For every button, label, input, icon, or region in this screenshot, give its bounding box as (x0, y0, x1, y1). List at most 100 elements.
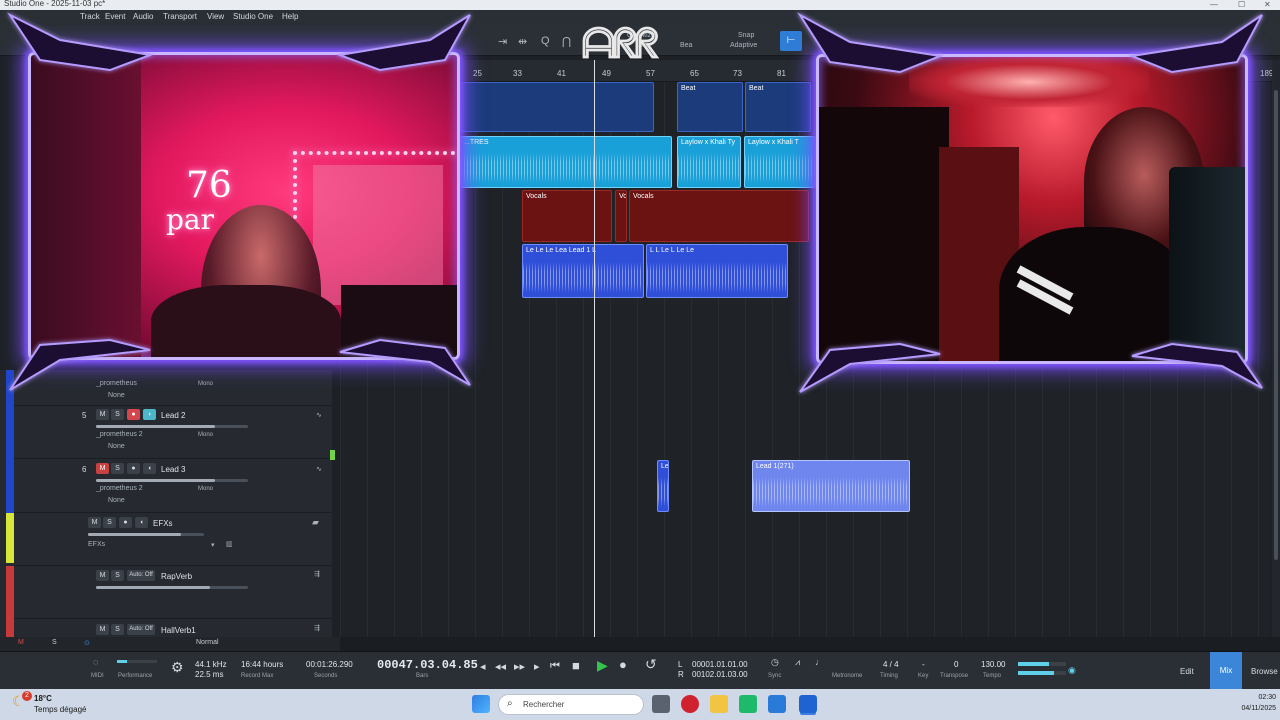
global-mute[interactable]: M (18, 639, 24, 646)
record-arm-button[interactable]: ● (119, 517, 132, 528)
timing-label: Timing (880, 673, 898, 679)
automation-mode[interactable]: Normal (196, 639, 219, 646)
automation-icon[interactable]: ∿ (316, 411, 322, 419)
folder-select[interactable]: EFXs (88, 541, 105, 548)
task-view-icon[interactable] (652, 695, 670, 713)
track-name[interactable]: Lead 3 (161, 465, 185, 474)
loop-icon[interactable]: ↺ (645, 656, 657, 673)
play-icon[interactable]: ▶ (597, 657, 608, 674)
precount-icon[interactable]: ⩘ (795, 657, 800, 668)
track-row-rapverb[interactable]: M S Auto: Off RapVerb ⇶ (14, 566, 332, 619)
monitor-button[interactable]: ◖ (143, 463, 156, 474)
global-solo[interactable]: S (52, 639, 57, 646)
tempo-label: Tempo (983, 673, 1002, 679)
weather-temperature[interactable]: 18°C (34, 694, 52, 703)
loop-end[interactable]: 00102.01.03.00 (692, 670, 748, 679)
automation-icon[interactable]: ∿ (316, 465, 322, 473)
bus-icon[interactable]: ⇶ (314, 624, 320, 632)
bars-position[interactable]: 00047.03.04.85 (377, 658, 478, 672)
loop-start[interactable]: 00001.01.01.00 (692, 660, 748, 669)
mute-button[interactable]: M (96, 570, 109, 581)
app-icon[interactable] (768, 695, 786, 713)
notification-badge: 2 (22, 691, 32, 701)
mute-button[interactable]: M (96, 624, 109, 635)
automation-mode-button[interactable]: Auto: Off (127, 624, 155, 635)
mute-button[interactable]: M (96, 463, 109, 474)
return-to-zero-icon[interactable]: ⏮ (550, 660, 560, 673)
performance-label[interactable]: Performance (118, 673, 152, 679)
volume-slider[interactable] (96, 479, 248, 482)
opera-icon[interactable] (681, 695, 699, 713)
clock-time[interactable]: 02:30 (1230, 694, 1276, 701)
lead-region[interactable]: Le (657, 460, 669, 512)
solo-button[interactable]: S (103, 517, 116, 528)
forward-icon[interactable]: ▸ (534, 660, 540, 673)
volume-knob-icon[interactable]: ◉ (1068, 665, 1076, 676)
sample-rate: 44.1 kHz (195, 660, 227, 669)
chevron-down-icon[interactable]: ▾ (211, 541, 215, 549)
track-row-hallverb[interactable]: M S Auto: Off HallVerb1 ⇶ (14, 619, 332, 637)
track-row-lead-2[interactable]: 5 M S ● ◖ Lead 2 ∿ _prometheus 2 Mono No… (14, 406, 332, 459)
transpose-label: Transpose (940, 673, 969, 679)
volume-slider[interactable] (96, 586, 248, 589)
bus-icon[interactable]: ⇶ (314, 570, 320, 578)
mute-button[interactable]: M (88, 517, 101, 528)
volume-slider[interactable] (96, 425, 248, 428)
windows-start-icon[interactable] (472, 695, 490, 713)
automation-mode-button[interactable]: Auto: Off (127, 570, 155, 581)
edit-view-button[interactable]: Edit (1180, 667, 1194, 676)
solo-button[interactable]: S (111, 409, 124, 420)
seconds-label[interactable]: Seconds (314, 673, 337, 679)
weather-condition[interactable]: Temps dégagé (34, 705, 86, 714)
transport-bar: ◌ MIDI Performance ⚙ 44.1 kHz 22.5 ms 16… (0, 651, 1280, 690)
rewind-to-start-icon[interactable]: ◂ (480, 660, 486, 673)
folder-icon[interactable]: ▰ (312, 517, 319, 528)
performance-meter (117, 660, 157, 663)
rewind-icon[interactable]: ◂◂ (495, 660, 506, 673)
transpose-value[interactable]: 0 (954, 660, 958, 669)
settings-icon[interactable]: ⚙ (171, 659, 184, 676)
sync-icon[interactable]: ◷ (771, 657, 779, 668)
file-explorer-icon[interactable] (710, 695, 728, 713)
studio-one-taskbar-icon[interactable] (799, 695, 817, 713)
timing-value[interactable]: 4 / 4 (883, 660, 899, 669)
clock-date[interactable]: 04/11/2025 (1230, 705, 1276, 712)
sync-label[interactable]: Sync (768, 673, 781, 679)
track-name[interactable]: RapVerb (161, 572, 192, 581)
track-row-efxs[interactable]: M S ● ◖ EFXs ▰ EFXs ▾ ▥ (14, 513, 332, 566)
bars-icon[interactable]: ▥ (226, 540, 233, 548)
tempo-value[interactable]: 130.00 (981, 660, 1005, 669)
metronome-icon[interactable]: ♩ (815, 657, 824, 667)
seconds-value[interactable]: 00:01:26.290 (306, 660, 353, 669)
link-icon[interactable]: ⊙ (84, 639, 90, 647)
solo-button[interactable]: S (111, 463, 124, 474)
taskbar-search[interactable]: ⌕ Rechercher (498, 694, 644, 715)
monitor-button[interactable]: ◖ (135, 517, 148, 528)
monitor-button[interactable]: ◖ (143, 409, 156, 420)
track-row-lead-3[interactable]: 6 M S ● ◖ Lead 3 ∿ _prometheus 2 Mono No… (14, 459, 332, 513)
windows-taskbar: ☾ 2 18°C Temps dégagé ⌕ Rechercher 02:30… (0, 689, 1280, 720)
fast-forward-icon[interactable]: ▸▸ (514, 660, 525, 673)
app-icon[interactable] (739, 695, 757, 713)
record-arm-button[interactable]: ● (127, 463, 140, 474)
mix-view-button[interactable]: Mix (1210, 652, 1242, 690)
track-name[interactable]: Lead 2 (161, 411, 185, 420)
bars-label[interactable]: Bars (416, 673, 428, 679)
solo-button[interactable]: S (111, 570, 124, 581)
mute-button[interactable]: M (96, 409, 109, 420)
track-name[interactable]: HallVerb1 (161, 626, 196, 635)
record-icon[interactable]: ● (619, 657, 627, 672)
track-name[interactable]: EFXs (153, 519, 173, 528)
solo-button[interactable]: S (111, 624, 124, 635)
record-arm-button[interactable]: ● (127, 409, 140, 420)
search-placeholder: Rechercher (523, 700, 565, 709)
search-icon: ⌕ (507, 698, 513, 709)
lead-1-region[interactable]: Lead 1(271) (752, 460, 910, 512)
volume-slider[interactable] (88, 533, 204, 536)
browse-view-button[interactable]: Browse (1251, 667, 1278, 676)
record-max-value: 16:44 hours (241, 660, 284, 669)
metronome-label[interactable]: Metronome (832, 673, 862, 679)
key-value[interactable]: - (922, 660, 925, 669)
stop-icon[interactable]: ■ (572, 658, 580, 673)
horizontal-scrollbar[interactable] (340, 637, 1280, 651)
